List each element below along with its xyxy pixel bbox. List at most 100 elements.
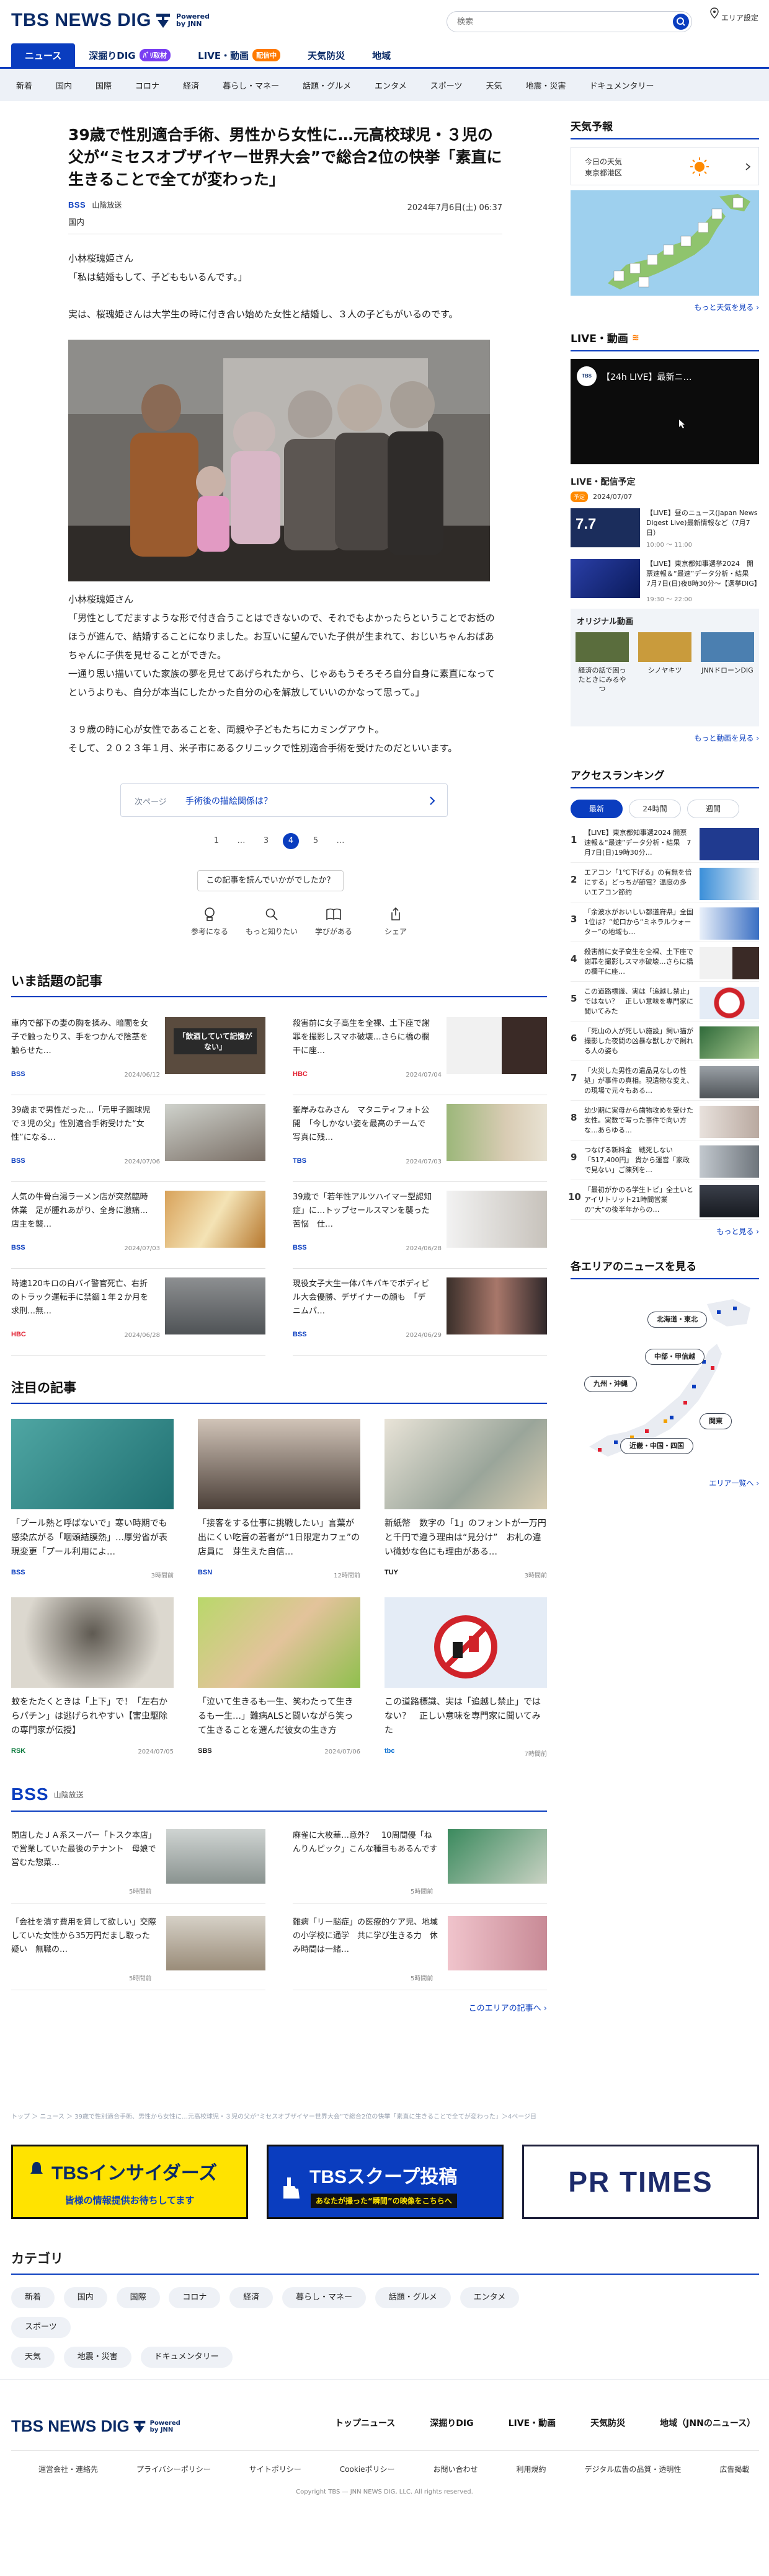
featured-article[interactable]: 蚊をたたくときは「上下」で！「左右からパチン」は逃げられやすい【害虫駆除の専門家…: [11, 1597, 174, 1776]
featured-article[interactable]: この道路標識、実は「追越し禁止」ではない？ 正しい意味を専門家に聞いてみた tb…: [384, 1597, 547, 1776]
featured-article[interactable]: 「泣いて生きるも一生、笑わたって生きるも一生…」難病ALSと闘いながら笑って生き…: [198, 1597, 360, 1776]
weather-more-link[interactable]: もっと天気を見る ›: [571, 302, 759, 312]
hot-article[interactable]: 人気の牛骨白湯ラーメン店が突然臨時休業 足が腫れあがり、全身に激痛…店主を襲… …: [11, 1182, 265, 1269]
featured-article[interactable]: 新紙幣 数字の「1」のフォントが一万円と千円で違う理由は“見分け” お札の違い微…: [384, 1419, 547, 1597]
ranking-item[interactable]: 3 「余波水がおいしい都道府県」全国1位は？“蛇口から“ミネラルウォーター”の地域…: [571, 902, 759, 942]
footer-nav-item[interactable]: LIVE・動画: [509, 2417, 556, 2429]
footer-link[interactable]: Cookieポリシー: [340, 2464, 395, 2474]
original-video-label[interactable]: JNNドローンDIG: [701, 666, 754, 675]
original-video-thumb[interactable]: [638, 632, 691, 662]
search-input[interactable]: [457, 12, 668, 32]
subnav-item[interactable]: 経済: [183, 79, 199, 91]
subnav-item[interactable]: 国際: [96, 79, 112, 91]
ranking-item[interactable]: 2 エアコン「1℃下げる」の有無を倍にする」どっちが節電？温度の多いエアコン節約: [571, 863, 759, 902]
share-button[interactable]: シェア: [365, 906, 427, 937]
category-chip[interactable]: ドキュメンタリー: [140, 2347, 233, 2368]
ranking-item[interactable]: 1 【LIVE】東京都知事選2024 開票速報＆“最速”データ分析・結果 7月7日…: [571, 823, 759, 863]
local-article[interactable]: 閉店したＪＡ系スーパー「トスク本店」で営業していた最後のテナント 母娘で営むた惣…: [11, 1817, 265, 1903]
category-chip[interactable]: 暮らし・マネー: [282, 2287, 366, 2308]
footer-link[interactable]: サイトポリシー: [249, 2464, 301, 2474]
tab-live[interactable]: LIVE・動画 配信中: [184, 43, 294, 67]
local-article[interactable]: 「会社を潰す費用を貸して欲しい」交際していた女性から35万円だまし取った疑い 無…: [11, 1903, 265, 1990]
footer-nav-item[interactable]: トップニュース: [335, 2417, 395, 2429]
footer-nav-item[interactable]: 深掘りDIG: [430, 2417, 473, 2429]
weather-map[interactable]: [571, 190, 759, 296]
ranking-item[interactable]: 7 「火災した男性の遺品見なしの性処」が事件の真相。現遺物な変え、の現場で元々もあ…: [571, 1061, 759, 1101]
category-chip[interactable]: 国内: [63, 2287, 107, 2308]
schedule-item[interactable]: 7.7 【LIVE】昼のニュース(Japan News Digest Live)…: [571, 508, 759, 549]
category-chip[interactable]: エンタメ: [460, 2287, 520, 2308]
subnav-item[interactable]: 天気: [486, 79, 502, 91]
footer-link[interactable]: デジタル広告の品質・透明性: [585, 2464, 682, 2474]
region-button-kinki[interactable]: 近畿・中国・四国: [620, 1438, 693, 1454]
local-article[interactable]: 麻雀に大枚華…意外？ 10周間優「ねんりんピック」こんな種目もあるんです 5時間…: [293, 1817, 547, 1903]
area-setting-button[interactable]: エリア設定: [709, 7, 759, 23]
ranking-item[interactable]: 10 「最初がかのる学生トビ」全土いとアイリトリット21時間営業の“大”の後半年か…: [568, 1180, 759, 1220]
original-video-label[interactable]: シノヤキツ: [638, 666, 691, 675]
page-link[interactable]: 1: [208, 833, 224, 849]
subnav-item[interactable]: 暮らし・マネー: [223, 79, 279, 91]
footer-link[interactable]: お問い合わせ: [433, 2464, 478, 2474]
ranking-item[interactable]: 6 「死山の人が死しい施設」飼い猫が撮影した夜間の凶暴な獣しかで飼れる人の姿も: [571, 1021, 759, 1061]
local-article[interactable]: 難病「リー脳症」の医療的ケア児、地域の小学校に通学 共に学び生きる力 休み時間は…: [293, 1903, 547, 1990]
reaction-more-button[interactable]: もっと知りたい: [241, 906, 303, 937]
featured-article[interactable]: 「プール熱と呼ばないで」寒い時期でも感染広がる「咽頭結膜熱」…厚労省が表現変更「…: [11, 1419, 174, 1597]
ranking-more-link[interactable]: もっと見る ›: [571, 1226, 759, 1237]
original-video-label[interactable]: 経済の話で困ったときにみるやつ: [576, 666, 629, 694]
tab-region[interactable]: 地域: [358, 43, 404, 67]
prtimes-banner[interactable]: PR TIMES: [522, 2145, 759, 2219]
live-video-player[interactable]: TBS 【24h LIVE】最新ニ…: [571, 359, 759, 464]
category-chip[interactable]: 新着: [11, 2287, 55, 2308]
category-chip[interactable]: 天気: [11, 2347, 55, 2368]
schedule-item[interactable]: 【LIVE】東京都知事選挙2024 開票速報＆“最速”データ分析・結果 7月7日…: [571, 559, 761, 603]
bss-logo[interactable]: BSS: [11, 1784, 49, 1804]
source-name[interactable]: 山陰放送: [92, 201, 122, 210]
subnav-item[interactable]: 国内: [56, 79, 72, 91]
subnav-item[interactable]: ドキュメンタリー: [590, 79, 654, 91]
hot-article[interactable]: 現役女子大生一体パキパキでボディビル大会優勝、デザイナーの顔も 「デニムパ… B…: [293, 1269, 547, 1356]
hot-article[interactable]: 39歳で「若年性アルツハイマー型認知症」に…トップセールスマンを襲った苦悩 仕……: [293, 1182, 547, 1269]
ranking-tab-weekly[interactable]: 週間: [687, 800, 739, 818]
ranking-item[interactable]: 5 この道路標識、実は「追越し禁止」ではない？ 正しい意味を専門家に聞いてみた: [571, 982, 759, 1021]
region-button-kyushu[interactable]: 九州・沖縄: [584, 1376, 637, 1392]
footer-link[interactable]: 運営会社・連絡先: [38, 2464, 98, 2474]
article-category[interactable]: 国内: [68, 216, 547, 227]
site-logo[interactable]: TBS NEWS DIG Powered by JNN: [11, 10, 210, 31]
hot-article[interactable]: 殺害前に女子高生を全裸、土下座で謝罪を撮影しスマホ破壊…さらに橋の欄干に座… H…: [293, 1008, 547, 1095]
source-logo[interactable]: BSS: [68, 200, 86, 210]
featured-article[interactable]: 「接客をする仕事に挑戦したい」言葉が出にくい吃音の若者が“1日限定カフェ”の店員…: [198, 1419, 360, 1597]
hot-article[interactable]: 車内で部下の妻の胸を揉み、暗闇を女子で触ったりス、手をつかんで陰茎を触らせた… …: [11, 1008, 265, 1095]
region-button-chubu[interactable]: 中部・甲信越: [645, 1349, 705, 1365]
page-current[interactable]: 4: [283, 833, 299, 849]
footer-nav-item[interactable]: 地域（JNNのニュース）: [660, 2417, 755, 2429]
hot-article[interactable]: 39歳まで男性だった…「元甲子園球児で３児の父」性別適合手術受けた“女性”になる…: [11, 1095, 265, 1182]
reaction-learn-button[interactable]: 学びがある: [303, 906, 365, 937]
tab-weather[interactable]: 天気防災: [294, 43, 358, 67]
category-chip[interactable]: 話題・グルメ: [375, 2287, 451, 2308]
footer-nav-item[interactable]: 天気防災: [590, 2417, 625, 2429]
category-chip[interactable]: コロナ: [169, 2287, 221, 2308]
region-more-link[interactable]: エリア一覧へ ›: [571, 1478, 759, 1488]
subnav-item[interactable]: エンタメ: [375, 79, 407, 91]
reaction-helpful-button[interactable]: 参考になる: [179, 906, 241, 937]
region-button-kanto[interactable]: 関東: [700, 1413, 732, 1429]
subnav-item[interactable]: 話題・グルメ: [303, 79, 351, 91]
ranking-item[interactable]: 4 殺害前に女子高生を全裸、土下座で謝罪を撮影しスマホ破壊…さらに橋の欄干に座…: [571, 942, 759, 982]
footer-logo[interactable]: TBS NEWS DIG Powered by JNN: [11, 2417, 180, 2436]
insiders-banner[interactable]: TBSインサイダーズ 皆様の情報提供お待ちしてます: [11, 2145, 248, 2219]
subnav-item[interactable]: スポーツ: [430, 79, 463, 91]
ranking-tab-latest[interactable]: 最新: [571, 800, 623, 818]
tab-news[interactable]: ニュース: [11, 43, 76, 67]
subnav-item[interactable]: 新着: [16, 79, 32, 91]
area-more-link[interactable]: このエリアの記事へ ›: [11, 2001, 547, 2013]
subnav-item[interactable]: 地震・災害: [526, 79, 566, 91]
category-chip[interactable]: 地震・災害: [63, 2347, 131, 2368]
original-video-thumb[interactable]: [576, 632, 629, 662]
breadcrumb[interactable]: トップ ＞ ニュース ＞ 39歳で性別適合手術、男性から女性に…元高校球児・３児…: [11, 2111, 693, 2120]
video-more-link[interactable]: もっと動画を見る ›: [571, 733, 759, 743]
ranking-item[interactable]: 9 つなげる新料金 戦死しない「517,400円」 貴から運営「家政で見ない」ご陳…: [571, 1140, 759, 1180]
subnav-item[interactable]: コロナ: [135, 79, 159, 91]
hot-article[interactable]: 峯岸みなみさん マタニティフォト公開 「今しかない姿を最高のチームで写真に残… …: [293, 1095, 547, 1182]
next-page-link[interactable]: 次ページ 手術後の描絵関係は？: [120, 783, 448, 817]
tab-deepdig[interactable]: 深掘りDIG ﾊﾞﾘ取材: [75, 43, 184, 67]
